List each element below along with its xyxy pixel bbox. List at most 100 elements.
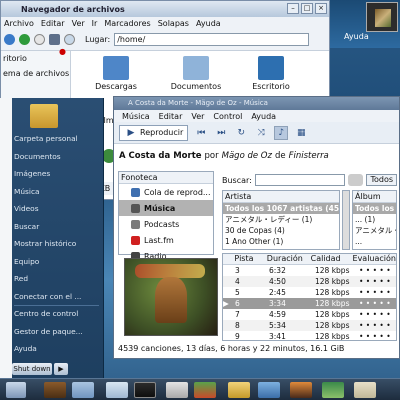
search-icon[interactable] — [64, 34, 75, 45]
start-item-ayuda[interactable]: Ayuda — [14, 340, 102, 358]
album-row-all[interactable]: Todos los 138 — [353, 203, 396, 214]
home-icon[interactable] — [34, 34, 45, 45]
menu-ir[interactable]: Ir — [92, 19, 98, 28]
artist-header[interactable]: Artista — [223, 191, 339, 203]
artist-row[interactable]: 30 de Copas (4) — [223, 225, 339, 236]
sidebar-item-sistema[interactable]: ema de archivos — [1, 66, 70, 81]
library-item-podcasts[interactable]: Podcasts — [119, 216, 213, 232]
start-item-videos[interactable]: Videos — [14, 200, 102, 218]
album-row[interactable]: ... (1) — [353, 214, 396, 225]
music-player-toolbar: ▶ Reproducir ⏮ ⏭ ↻ ⤨ ♪ ▦ — [114, 122, 399, 144]
search-filter-bar[interactable] — [347, 174, 364, 186]
start-item-carpeta-personal[interactable]: Carpeta personal — [14, 130, 102, 148]
menu-control[interactable]: Control — [213, 112, 242, 121]
library-header[interactable]: Fonoteca — [119, 172, 213, 184]
next-icon[interactable]: ⏭ — [214, 126, 228, 140]
table-row[interactable]: 9 3:41 128 kbps • • • • • — [223, 331, 396, 340]
taskbar-app-files[interactable] — [258, 382, 280, 398]
taskbar-app-music[interactable] — [290, 382, 312, 398]
artist-row[interactable]: 1 Ano Other (1) — [223, 236, 339, 247]
music-library-icon[interactable]: ♪ — [274, 125, 289, 140]
taskbar-app-notes[interactable] — [354, 382, 376, 398]
table-row-playing[interactable]: ▶ 6 3:34 128 kbps • • • • • — [223, 298, 396, 309]
table-row[interactable]: 3 6:32 128 kbps • • • • • — [223, 265, 396, 276]
table-row[interactable]: 5 2:45 128 kbps • • • • • — [223, 287, 396, 298]
file-manager-menubar: Archivo Editar Ver Ir Marcadores Solapas… — [1, 17, 329, 29]
table-row[interactable]: 8 5:34 128 kbps • • • • • — [223, 320, 396, 331]
artist-scrollbar[interactable] — [342, 190, 350, 250]
folder-descargas[interactable]: Descargas — [86, 56, 146, 91]
start-item-mostrar-historico[interactable]: Mostrar histórico — [14, 235, 102, 253]
album-row[interactable]: ... — [353, 236, 396, 247]
menu-ayuda-mp[interactable]: Ayuda — [251, 112, 276, 121]
folder-documentos[interactable]: Documentos — [166, 56, 226, 91]
album-header[interactable]: Álbum — [353, 191, 396, 203]
search-input[interactable] — [254, 174, 345, 186]
location-input[interactable]: /home/ — [114, 33, 310, 46]
minimize-button[interactable]: – — [287, 3, 299, 14]
table-row[interactable]: 4 4:50 128 kbps • • • • • — [223, 276, 396, 287]
track-col-pista[interactable]: Pista — [234, 254, 266, 264]
start-button[interactable] — [6, 382, 26, 398]
home-folder-icon — [30, 104, 58, 128]
file-manager-titlebar[interactable]: Navegador de archivos — [1, 1, 329, 17]
desktop-ayuda-menu[interactable]: Ayuda — [344, 32, 369, 41]
menu-archivo[interactable]: Archivo — [4, 19, 34, 28]
menu-marcadores[interactable]: Marcadores — [104, 19, 150, 28]
taskbar-app-paint[interactable] — [194, 382, 216, 398]
library-browser: Artista Todos los 1067 artistas (4539 アニ… — [222, 190, 397, 250]
menu-ver[interactable]: Ver — [72, 19, 85, 28]
start-item-centro-control[interactable]: Centro de control — [14, 305, 102, 323]
folder-escritorio[interactable]: Escritorio — [241, 56, 301, 91]
start-item-red[interactable]: Red — [14, 270, 102, 288]
music-player-titlebar[interactable]: A Costa da Morte - Mägo de Oz - Música — [114, 97, 399, 110]
start-item-imagenes[interactable]: Imágenes — [14, 165, 102, 183]
menu-ayuda[interactable]: Ayuda — [196, 19, 221, 28]
play-button[interactable]: ▶ Reproducir — [119, 124, 189, 141]
taskbar-app-terminal[interactable] — [134, 382, 156, 398]
shuffle-icon[interactable]: ⤨ — [254, 126, 268, 140]
album-row[interactable]: アニメタル・レ — [353, 225, 396, 236]
location-label: Lugar: — [85, 35, 111, 44]
menu-ver-mp[interactable]: Ver — [191, 112, 204, 121]
taskbar-app-calculator[interactable] — [166, 382, 188, 398]
menu-editar-mp[interactable]: Editar — [159, 112, 183, 121]
start-item-buscar[interactable]: Buscar — [14, 218, 102, 236]
shutdown-options-button[interactable]: ▶ — [54, 363, 68, 375]
album-cover — [124, 258, 218, 336]
sidebar-close-icon[interactable]: ● — [59, 47, 66, 56]
repeat-icon[interactable]: ↻ — [234, 126, 248, 140]
start-item-conectar[interactable]: Conectar con el ... — [14, 288, 102, 306]
taskbar-app-folder[interactable] — [228, 382, 250, 398]
start-item-equipo[interactable]: Equipo — [14, 253, 102, 271]
taskbar-app-blank[interactable] — [106, 382, 128, 398]
track-col-evaluacion[interactable]: Evaluación — [353, 254, 396, 264]
library-item-music[interactable]: Música — [119, 200, 213, 216]
start-item-gestor-paquetes[interactable]: Gestor de paque... — [14, 323, 102, 341]
library-item-queue[interactable]: Cola de reprod... — [119, 184, 213, 200]
maximize-button[interactable]: □ — [301, 3, 313, 14]
taskbar-app-film[interactable] — [44, 382, 66, 398]
start-item-documentos[interactable]: Documentos — [14, 148, 102, 166]
menu-editar[interactable]: Editar — [41, 19, 65, 28]
taskbar-app-explorer[interactable] — [72, 382, 94, 398]
menu-musica[interactable]: Música — [122, 112, 150, 121]
back-icon[interactable] — [4, 34, 15, 45]
artist-row-all[interactable]: Todos los 1067 artistas (4539 — [223, 203, 339, 214]
visualizer-icon[interactable]: ▦ — [294, 126, 308, 140]
taskbar-app-green[interactable] — [322, 382, 344, 398]
track-col-duracion[interactable]: Duración — [267, 254, 311, 264]
table-row[interactable]: 7 4:59 128 kbps • • • • • — [223, 309, 396, 320]
filter-all-button[interactable]: Todos — [366, 174, 397, 186]
start-item-musica[interactable]: Música — [14, 183, 102, 201]
track-col-calidad[interactable]: Calidad — [311, 254, 353, 264]
menu-solapas[interactable]: Solapas — [158, 19, 189, 28]
artist-row[interactable]: アニメタル・レディー (1) — [223, 214, 339, 225]
computer-icon[interactable] — [49, 34, 60, 45]
close-button[interactable]: × — [315, 3, 327, 14]
shutdown-button[interactable]: Shut down — [12, 363, 52, 375]
library-item-lastfm[interactable]: Last.fm — [119, 232, 213, 248]
reload-icon[interactable] — [19, 34, 30, 45]
window-thumbnail[interactable] — [366, 2, 398, 32]
previous-icon[interactable]: ⏮ — [194, 126, 208, 140]
